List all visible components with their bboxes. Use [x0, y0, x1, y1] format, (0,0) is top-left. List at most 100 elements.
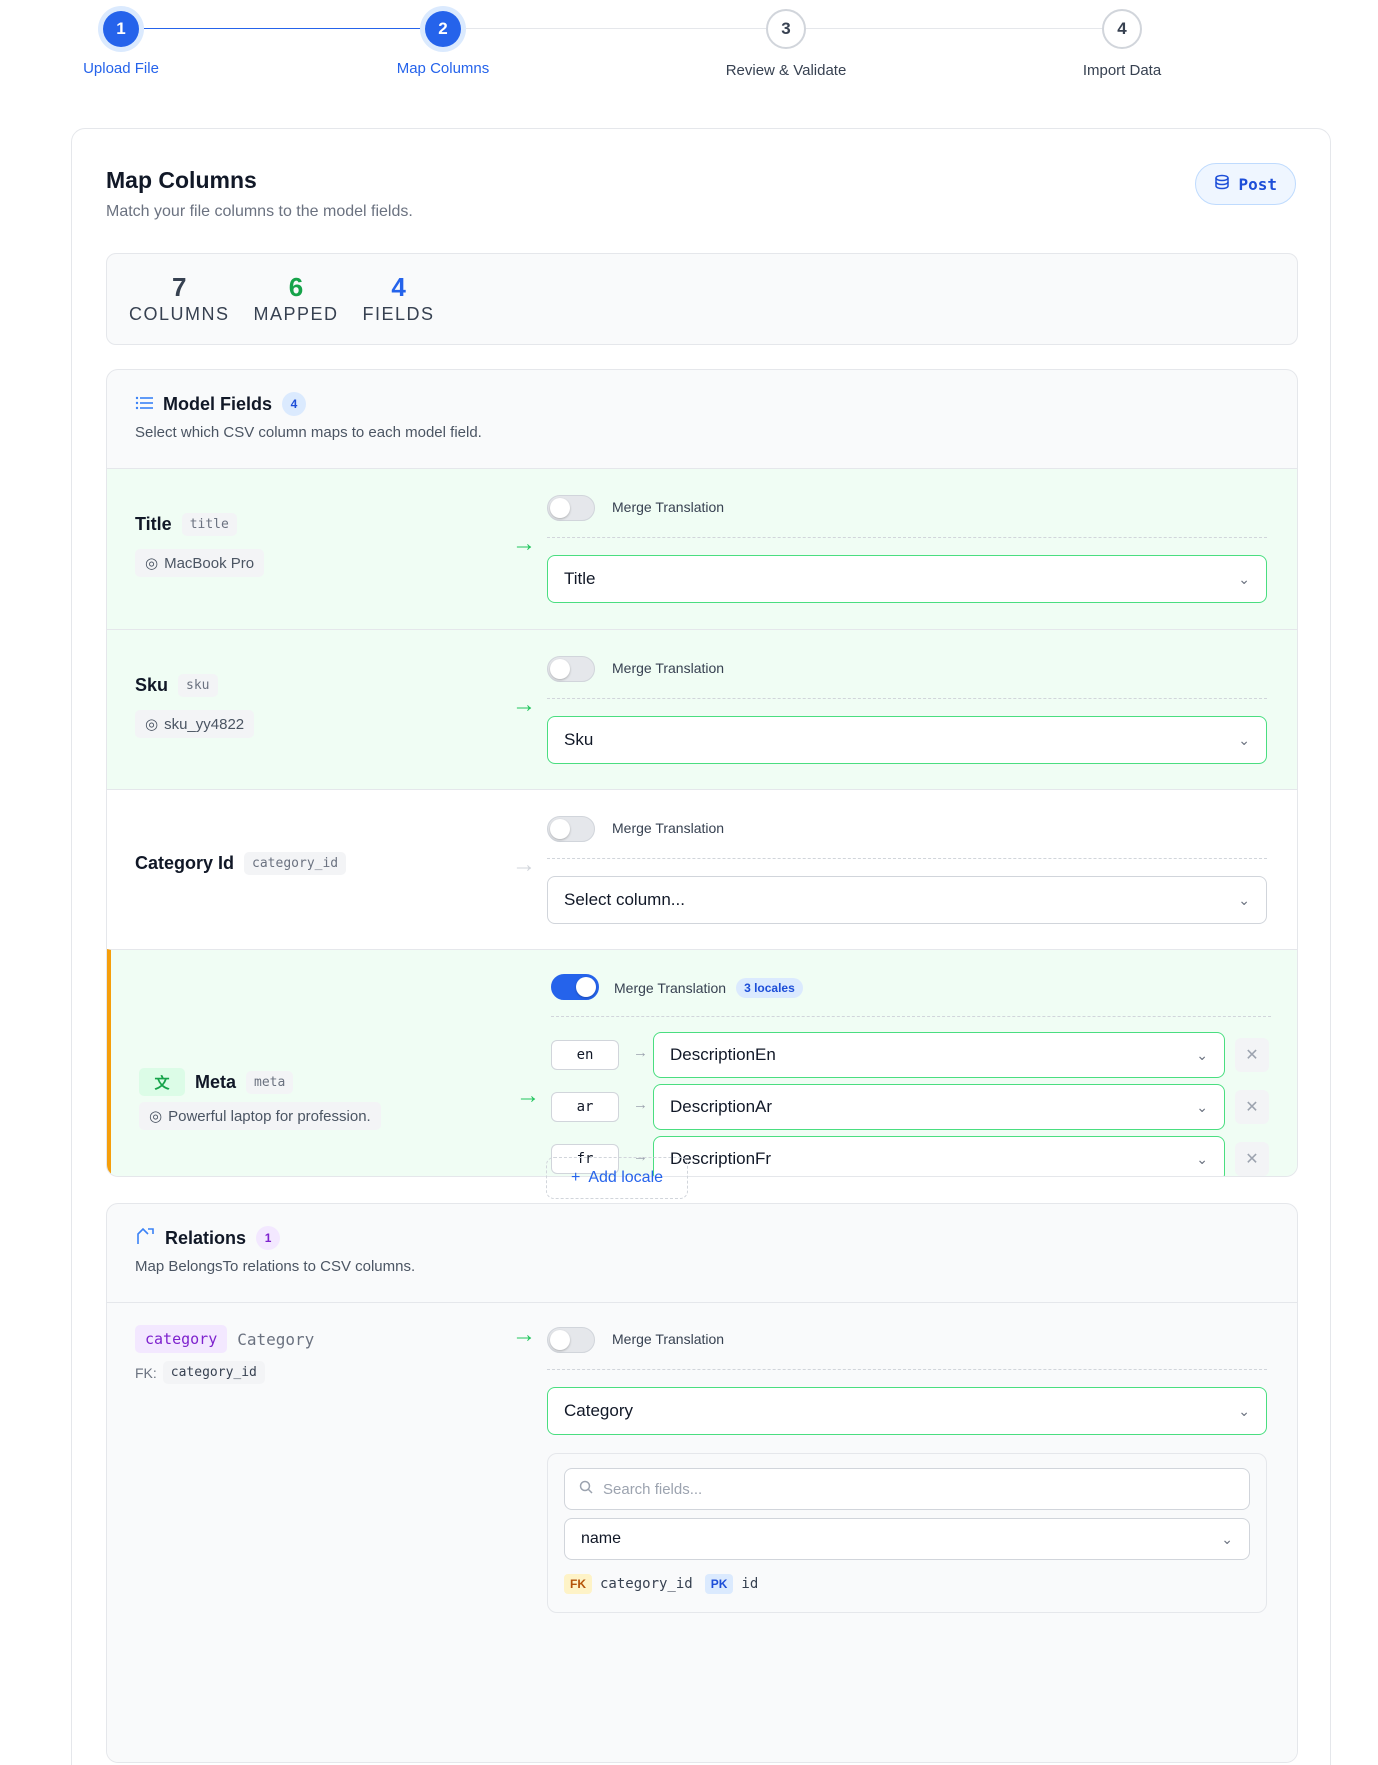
- add-locale-button[interactable]: + Add locale: [546, 1157, 688, 1199]
- field-key: title: [181, 513, 237, 536]
- merge-translation-label: Merge Translation: [612, 1331, 725, 1347]
- pk-badge: PK: [704, 1574, 734, 1594]
- relation-name: category Category: [135, 1325, 314, 1353]
- stats-panel: 7 COLUMNS 6 MAPPED 4 FIELDS: [106, 253, 1298, 345]
- arrow-right-icon: →: [512, 691, 536, 718]
- step-number: 4: [1102, 9, 1142, 49]
- relations-section: Relations 1 Map BelongsTo relations to C…: [106, 1203, 1298, 1763]
- fk-value: category_id: [600, 1576, 693, 1592]
- eye-icon: ◎: [145, 716, 159, 733]
- preview-value: MacBook Pro: [164, 554, 255, 572]
- arrow-right-icon: →: [633, 1096, 648, 1113]
- locale-count-badge: 3 locales: [736, 978, 803, 998]
- divider: [547, 1369, 1267, 1370]
- select-value: Sku: [564, 730, 594, 749]
- stat-fields: 4 FIELDS: [363, 254, 435, 344]
- preview-value: Powerful laptop for profession.: [168, 1107, 371, 1125]
- field-row-title: Title title ◎ MacBook Pro → Merge Transl…: [107, 468, 1297, 629]
- foreign-key-info: FK: category_id: [135, 1361, 265, 1384]
- select-value: Category: [564, 1401, 633, 1420]
- locale-column-select[interactable]: DescriptionEn ⌄: [653, 1032, 1225, 1078]
- column-select[interactable]: Sku ⌄: [547, 716, 1267, 764]
- relations-header: Relations 1: [135, 1226, 281, 1250]
- select-value: Title: [564, 569, 596, 588]
- arrow-right-icon: →: [516, 1082, 540, 1109]
- locale-column-select[interactable]: DescriptionAr ⌄: [653, 1084, 1225, 1130]
- locale-code[interactable]: ar: [551, 1092, 619, 1122]
- divider: [547, 858, 1267, 859]
- arrow-right-icon: →: [512, 530, 536, 557]
- select-value: name: [581, 1530, 622, 1547]
- merge-translation-toggle[interactable]: [547, 1327, 595, 1353]
- divider: [551, 1016, 1271, 1017]
- count-badge: 1: [256, 1226, 281, 1250]
- section-title: Model Fields: [163, 393, 273, 414]
- merge-translation-label: Merge Translation: [612, 820, 725, 836]
- chevron-down-icon: ⌄: [1196, 1098, 1208, 1115]
- search-placeholder: Search fields...: [603, 1480, 703, 1498]
- field-key: category_id: [244, 852, 347, 875]
- relation-key: category: [135, 1325, 228, 1353]
- step-number: 1: [103, 11, 139, 47]
- merge-translation-toggle[interactable]: [547, 656, 595, 682]
- field-key: sku: [178, 674, 218, 697]
- step-import-data[interactable]: 4 Import Data: [1022, 8, 1222, 79]
- field-row-category-id: Category Id category_id → Merge Translat…: [107, 789, 1297, 949]
- relation-field-select[interactable]: name ⌄: [564, 1518, 1250, 1560]
- step-review-validate[interactable]: 3 Review & Validate: [686, 8, 886, 79]
- import-stepper: 1 Upload File 2 Map Columns 3 Review & V…: [0, 0, 1378, 95]
- select-value: DescriptionAr: [670, 1097, 773, 1116]
- remove-locale-button[interactable]: ✕: [1235, 1090, 1269, 1124]
- stat-label: COLUMNS: [129, 304, 230, 324]
- step-map-columns[interactable]: 2 Map Columns: [343, 8, 543, 77]
- merge-translation-toggle[interactable]: [547, 816, 595, 842]
- step-label: Upload File: [83, 60, 159, 77]
- field-name: Title title: [135, 513, 237, 536]
- stat-label: MAPPED: [253, 304, 339, 324]
- map-columns-card: Map Columns Match your file columns to t…: [71, 128, 1331, 1765]
- eye-icon: ◎: [149, 1108, 163, 1125]
- fk-label: FK:: [135, 1364, 157, 1381]
- eye-icon: ◎: [145, 555, 159, 572]
- chevron-down-icon: ⌄: [1238, 1402, 1250, 1419]
- step-label: Map Columns: [396, 60, 490, 77]
- fk-value: category_id: [162, 1361, 265, 1384]
- stat-mapped: 6 MAPPED: [254, 254, 339, 344]
- stat-value: 4: [391, 272, 406, 302]
- relation-column-select[interactable]: Category ⌄: [547, 1387, 1267, 1435]
- pk-value: id: [741, 1576, 759, 1592]
- step-upload-file[interactable]: 1 Upload File: [21, 8, 221, 77]
- relation-field-picker: Search fields... name ⌄ FK category_id P…: [547, 1453, 1267, 1613]
- remove-locale-button[interactable]: ✕: [1235, 1142, 1269, 1176]
- merge-translation-toggle[interactable]: [551, 974, 599, 1000]
- divider: [547, 537, 1267, 538]
- stat-value: 7: [172, 272, 187, 302]
- select-value: DescriptionEn: [670, 1045, 776, 1064]
- field-name: 文 Meta meta: [139, 1068, 294, 1096]
- step-label: Import Data: [1082, 62, 1162, 79]
- locale-column-select[interactable]: DescriptionFr ⌄: [653, 1136, 1225, 1176]
- section-subtitle: Select which CSV column maps to each mod…: [135, 424, 482, 441]
- chevron-down-icon: ⌄: [1221, 1530, 1233, 1547]
- locale-code[interactable]: en: [551, 1040, 619, 1070]
- search-fields-input[interactable]: Search fields...: [564, 1468, 1250, 1510]
- model-button[interactable]: Post: [1195, 163, 1296, 205]
- column-select[interactable]: Select column... ⌄: [547, 876, 1267, 924]
- field-name: Category Id category_id: [135, 852, 347, 875]
- merge-translation-toggle[interactable]: [547, 495, 595, 521]
- stat-value: 6: [288, 272, 304, 302]
- database-icon: [1214, 174, 1230, 195]
- field-label: Title: [135, 514, 172, 534]
- arrow-right-icon: →: [512, 1321, 536, 1348]
- sample-preview: ◎ Powerful laptop for profession.: [139, 1102, 381, 1130]
- remove-locale-button[interactable]: ✕: [1235, 1038, 1269, 1072]
- close-icon: ✕: [1245, 1151, 1259, 1168]
- column-select[interactable]: Title ⌄: [547, 555, 1267, 603]
- relation-icon: [135, 1227, 155, 1250]
- sample-preview: ◎ sku_yy4822: [135, 710, 255, 738]
- sample-preview: ◎ MacBook Pro: [135, 549, 265, 577]
- close-icon: ✕: [1245, 1099, 1259, 1116]
- preview-value: sku_yy4822: [164, 715, 245, 733]
- model-fields-header: Model Fields 4: [135, 392, 307, 416]
- chevron-down-icon: ⌄: [1196, 1150, 1208, 1167]
